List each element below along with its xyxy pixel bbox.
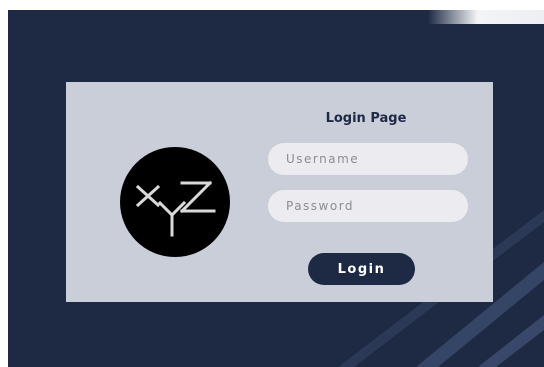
username-input[interactable] (268, 143, 468, 175)
login-card: Login Page Login (66, 82, 493, 302)
corner-highlight (428, 10, 544, 24)
password-input[interactable] (268, 190, 468, 222)
login-button[interactable]: Login (308, 253, 415, 285)
page-background: Login Page Login (8, 10, 544, 367)
xyz-logo (120, 147, 230, 257)
page-title: Login Page (325, 111, 407, 126)
